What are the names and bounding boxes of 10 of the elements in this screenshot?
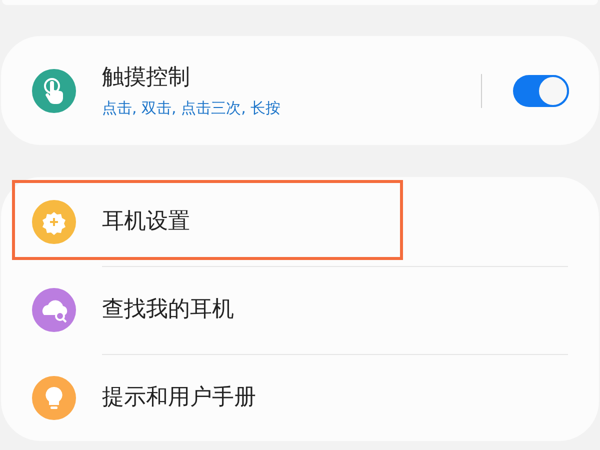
menu-item[interactable]: 查找我的耳机 <box>102 296 599 324</box>
tap-hand-icon <box>32 68 76 112</box>
menu-item[interactable]: 耳机设置 <box>102 208 599 236</box>
touch-control-title: 触摸控制 <box>102 64 191 92</box>
cloud-search-icon <box>32 288 76 332</box>
lightbulb-icon <box>32 376 76 420</box>
gear-icon <box>32 200 76 244</box>
toggle-switch[interactable] <box>513 74 569 106</box>
gesture-summary: 点击, 双击, 点击三次, 长按 <box>102 98 282 118</box>
menu-item[interactable]: 提示和用户手册 <box>102 384 599 412</box>
